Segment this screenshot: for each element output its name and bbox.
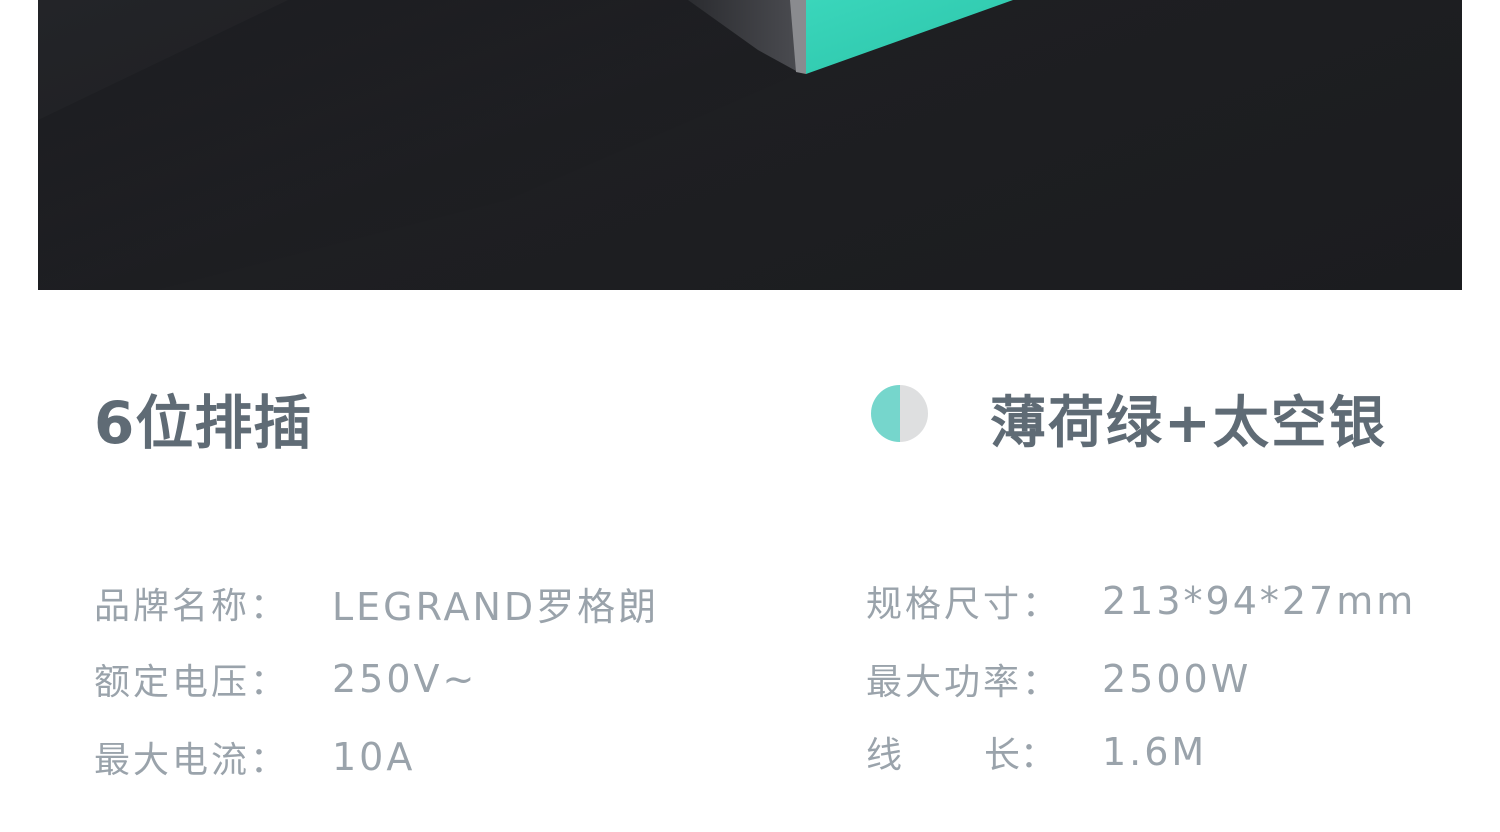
spec-label: 最大电流：: [94, 740, 290, 781]
product-spec-page: 6位排插 薄荷绿+太空银 品牌名称： LEGRAND罗格朗 额定电压： 250V…: [0, 0, 1500, 832]
spec-label: 线 长：: [866, 726, 1056, 778]
spec-label-part: 线: [866, 735, 903, 776]
color-name: 薄荷绿+太空银: [990, 391, 1387, 456]
product-render-graphic: [38, 0, 1013, 290]
spec-value: 10A: [332, 735, 416, 779]
color-swatch-icon[interactable]: [871, 385, 928, 442]
spec-label: 最大功率：: [866, 662, 1062, 703]
spec-value: LEGRAND罗格朗: [332, 584, 660, 629]
spec-value: 1.6M: [1102, 730, 1208, 774]
spec-row-dimensions: 规格尺寸： 213*94*27mm: [866, 576, 1413, 626]
spec-value: 250V~: [332, 657, 478, 701]
space-silver-swatch-half: [899, 385, 928, 442]
spec-row-max-power: 最大功率： 2500W: [866, 654, 1248, 704]
spec-label-part: 长：: [983, 735, 1056, 776]
spec-row-brand: 品牌名称： LEGRAND罗格朗: [94, 578, 656, 629]
spec-value: 213*94*27mm: [1102, 579, 1417, 623]
spec-value: 2500W: [1102, 657, 1252, 701]
spec-row-rated-voltage: 额定电压： 250V~: [94, 654, 474, 704]
spec-label: 规格尺寸：: [866, 584, 1062, 625]
product-hero-image: [38, 0, 1462, 290]
spec-label: 额定电压：: [94, 662, 290, 703]
mint-green-swatch-half: [871, 385, 900, 442]
product-title: 6位排插: [94, 389, 313, 457]
spec-row-cable-length: 线 长： 1.6M: [866, 726, 1204, 778]
spec-label: 品牌名称：: [94, 586, 290, 627]
spec-row-max-current: 最大电流： 10A: [94, 732, 412, 782]
